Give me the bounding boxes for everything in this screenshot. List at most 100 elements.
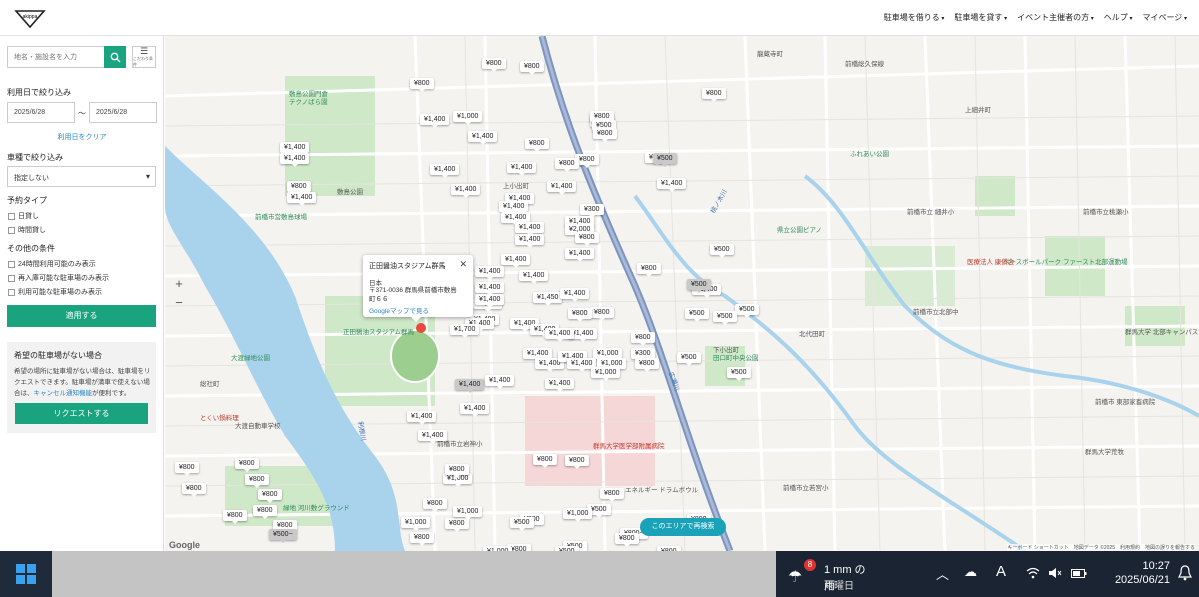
- price-pin[interactable]: ¥800: [258, 489, 282, 503]
- price-pin[interactable]: ¥800: [533, 454, 557, 468]
- price-pin[interactable]: ¥800: [631, 332, 655, 346]
- start-date-field[interactable]: 2025/6/28: [7, 102, 75, 123]
- price-pin[interactable]: ¥1,400: [545, 378, 575, 392]
- price-pin[interactable]: ¥1,400: [657, 178, 687, 192]
- ime-indicator[interactable]: A: [996, 563, 1006, 580]
- price-pin[interactable]: ¥500: [510, 517, 534, 531]
- price-pin[interactable]: ¥500: [735, 304, 759, 318]
- map-copyright[interactable]: キーボード ショートカット 地図データ ©2025 利用規約 地図の誤りを報告す…: [1007, 544, 1195, 551]
- price-pin[interactable]: ¥800: [590, 307, 614, 321]
- price-pin[interactable]: ¥800: [593, 128, 617, 142]
- price-pin[interactable]: ¥1,400: [451, 184, 481, 198]
- volume-muted-icon[interactable]: [1048, 567, 1062, 579]
- request-button[interactable]: リクエストする: [15, 403, 148, 424]
- price-pin[interactable]: ¥800: [702, 88, 726, 102]
- chevron-up-icon[interactable]: ︿: [936, 564, 949, 583]
- price-pin[interactable]: ¥1,000: [563, 508, 593, 522]
- price-pin[interactable]: ¥1,400: [430, 164, 460, 178]
- search-button[interactable]: [104, 46, 126, 68]
- price-pin[interactable]: ¥800: [520, 61, 544, 75]
- price-pin[interactable]: ¥800: [568, 308, 592, 322]
- nav-borrow-parking[interactable]: 駐車場を借りる: [884, 12, 945, 23]
- nav-lend-parking[interactable]: 駐車場を貸す: [954, 12, 1007, 23]
- close-icon[interactable]: ✕: [459, 259, 467, 270]
- battery-icon[interactable]: [1071, 569, 1087, 578]
- price-pin[interactable]: ¥1,400: [418, 430, 448, 444]
- price-pin[interactable]: ¥300: [580, 204, 604, 218]
- price-pin[interactable]: ¥800: [575, 232, 599, 246]
- price-pin[interactable]: ¥1,400: [455, 379, 485, 393]
- price-pin[interactable]: ¥1,400: [519, 270, 549, 284]
- nav-mypage[interactable]: マイページ: [1142, 12, 1187, 23]
- option-reentry-checkbox[interactable]: 再入庫可能な駐車場のみ表示: [8, 273, 109, 283]
- google-maps-link[interactable]: Googleマップで見る: [369, 305, 429, 315]
- price-pin[interactable]: ¥1,400: [407, 411, 437, 425]
- price-pin[interactable]: ¥800: [565, 455, 589, 469]
- price-pin[interactable]: ¥1,000: [453, 506, 483, 520]
- price-pin[interactable]: ¥1,700: [450, 324, 480, 338]
- price-pin[interactable]: ¥500: [710, 244, 734, 258]
- price-pin[interactable]: ¥1,400: [460, 403, 490, 417]
- price-pin[interactable]: ¥1,450: [533, 292, 563, 306]
- clear-date-link[interactable]: 利用日をクリア: [0, 132, 163, 142]
- option-available-checkbox[interactable]: 利用可能な駐車場のみ表示: [8, 287, 102, 297]
- zoom-in-button[interactable]: +: [170, 274, 188, 293]
- price-pin[interactable]: ¥800: [635, 358, 659, 372]
- price-pin[interactable]: ¥800: [410, 532, 434, 546]
- price-pin[interactable]: ¥1,400: [475, 294, 505, 308]
- price-pin[interactable]: ¥1,400: [475, 282, 505, 296]
- price-pin[interactable]: ¥1,400: [515, 222, 545, 236]
- cloud-icon[interactable]: ☁: [964, 564, 977, 580]
- price-pin[interactable]: ¥800: [615, 533, 639, 547]
- price-pin[interactable]: ¥1,400: [420, 114, 450, 128]
- price-pin[interactable]: ¥1,400: [280, 153, 310, 167]
- price-pin[interactable]: ¥800: [555, 158, 579, 172]
- search-input[interactable]: [7, 46, 104, 68]
- nav-event-organizer[interactable]: イベント主催者の方: [1017, 12, 1094, 23]
- price-pin[interactable]: ¥800: [410, 78, 434, 92]
- clock[interactable]: 10:27 2025/06/21: [1100, 559, 1170, 587]
- akippa-logo[interactable]: akippa: [14, 7, 46, 29]
- price-pin[interactable]: ¥1,400: [485, 375, 515, 389]
- map-canvas[interactable]: 敷島公園門倉 テクノばら園 敷島公園 前橋市営敷島球場 正田醤油スタジアム群馬 …: [165, 36, 1199, 551]
- price-pin[interactable]: ¥800: [287, 181, 311, 195]
- price-pin[interactable]: ¥500: [653, 153, 677, 167]
- start-button[interactable]: [0, 551, 52, 597]
- price-pin[interactable]: ¥800: [245, 474, 269, 488]
- cancel-notice-link[interactable]: キャンセル通知機能: [34, 390, 93, 397]
- price-pin[interactable]: ¥1,400: [515, 234, 545, 248]
- reserve-hourly-checkbox[interactable]: 時間貸し: [8, 225, 46, 235]
- price-pin[interactable]: ¥1,000: [401, 517, 431, 531]
- nav-help[interactable]: ヘルプ: [1104, 12, 1133, 23]
- price-pin[interactable]: ¥1,400: [280, 142, 310, 156]
- price-pin[interactable]: ¥1,400: [507, 162, 537, 176]
- price-pin[interactable]: ¥500: [687, 279, 711, 293]
- price-pin[interactable]: ¥800: [182, 483, 206, 497]
- price-pin[interactable]: ¥800: [223, 510, 247, 524]
- price-pin[interactable]: ¥800: [600, 488, 624, 502]
- price-pin[interactable]: ¥1,400: [501, 254, 531, 268]
- price-pin[interactable]: ¥800: [482, 58, 506, 72]
- price-pin[interactable]: ¥500: [713, 311, 737, 325]
- notification-bell-icon[interactable]: [1178, 565, 1192, 581]
- price-pin[interactable]: ¥800: [423, 498, 447, 512]
- car-type-select[interactable]: 指定しない: [7, 166, 156, 187]
- price-pin[interactable]: ¥1,400: [499, 201, 529, 215]
- weather-widget[interactable]: ☂ 8 1 mm の雨 月曜日: [784, 557, 874, 592]
- price-pin[interactable]: ¥1,400: [547, 181, 577, 195]
- price-pin[interactable]: ¥800: [175, 462, 199, 476]
- price-pin[interactable]: ¥500: [727, 367, 751, 381]
- price-pin[interactable]: ¥800: [525, 138, 549, 152]
- price-pin[interactable]: ¥1,400: [560, 288, 590, 302]
- price-pin[interactable]: ¥1,000: [591, 367, 621, 381]
- price-pin[interactable]: ¥800: [445, 464, 469, 478]
- wifi-icon[interactable]: [1026, 567, 1040, 579]
- price-pin[interactable]: ¥1,400: [468, 131, 498, 145]
- price-pin[interactable]: ¥1,400: [475, 266, 505, 280]
- price-pin[interactable]: ¥500: [685, 308, 709, 322]
- price-pin[interactable]: ¥800: [235, 458, 259, 472]
- price-pin[interactable]: ¥1,400: [545, 328, 575, 342]
- search-this-area-button[interactable]: このエリアで再検索: [640, 518, 726, 536]
- price-pin[interactable]: ¥800: [253, 505, 277, 519]
- price-pin[interactable]: ¥500: [677, 352, 701, 366]
